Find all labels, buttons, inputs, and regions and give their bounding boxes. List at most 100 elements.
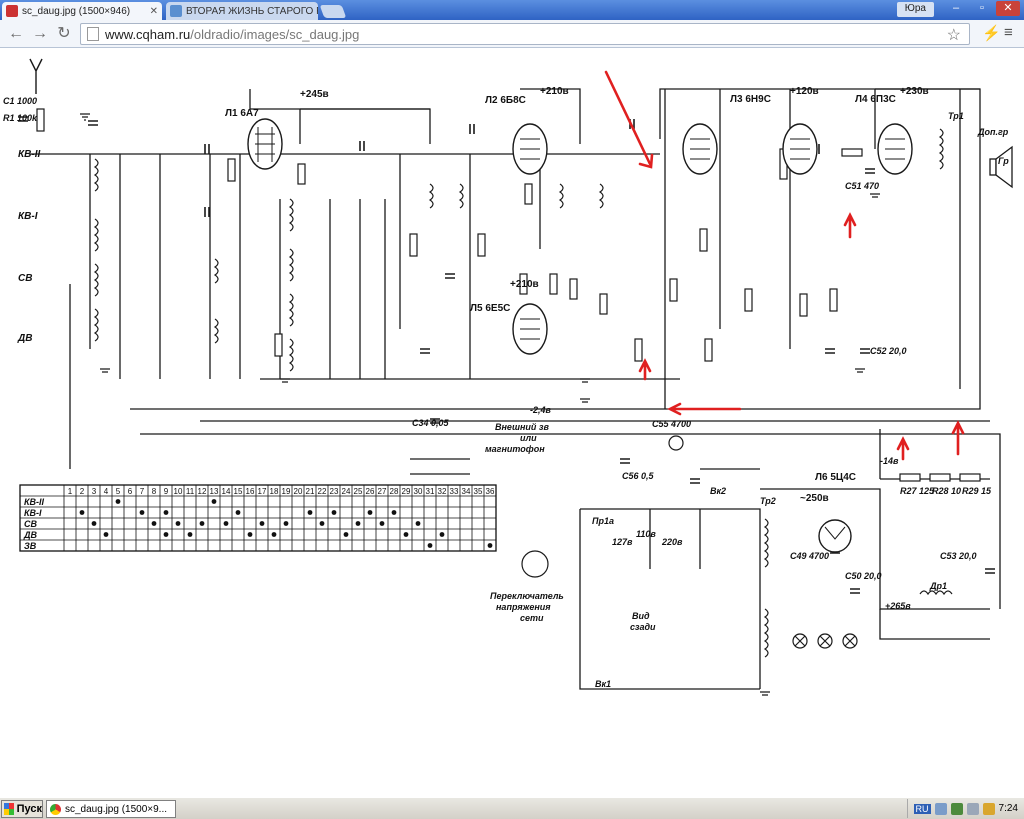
forward-arrow-icon[interactable]: → [30,24,50,44]
start-button[interactable]: Пуск [1,800,43,818]
label-minus24: -2,4в [530,405,552,415]
column-number: 29 [402,487,411,496]
contact-dot [343,532,349,537]
contact-dot [115,499,121,504]
column-number: 4 [104,487,109,496]
tube-voltage-l3: +120в [790,86,819,97]
tube-label-l4: Л4 6П3С [855,94,896,105]
column-number: 8 [152,487,157,496]
user-profile-button[interactable]: Юра [896,2,934,17]
column-number: 2 [80,487,85,496]
column-number: 3 [92,487,97,496]
label-or: или [520,433,537,443]
page-favicon-icon [170,5,182,17]
column-number: 12 [198,487,207,496]
label-c53: C53 20,0 [940,551,977,561]
label-r1: R1 100k [3,113,38,123]
column-number: 13 [210,487,219,496]
column-number: 9 [164,487,169,496]
tab-strip: sc_daug.jpg (1500×946) ✕ ВТОРАЯ ЖИЗНЬ СТ… [0,0,1024,20]
contact-dot [403,532,409,537]
label-transformer-tp1: Тр1 [948,111,964,121]
contact-dot [307,510,313,515]
column-number: 33 [450,487,459,496]
minimize-icon[interactable]: – [944,1,968,16]
taskbar-item-chrome[interactable]: sc_daug.jpg (1500×9... [46,800,176,818]
contact-dot [223,521,229,526]
close-icon[interactable]: ✕ [147,6,158,17]
contact-dot [271,532,277,537]
label-r29: R29 15 [962,486,992,496]
start-label: Пуск [16,803,42,815]
label-r28: R28 10 [932,486,961,496]
reload-icon[interactable]: ↻ [54,24,74,44]
column-number: 36 [486,487,495,496]
column-number: 1 [68,487,73,496]
tube-label-l6: Л6 5Ц4С [815,472,856,483]
contact-dot [391,510,397,515]
browser-toolbar: ← → ↻ www.cqham.ru/oldradio/images/sc_da… [0,20,1024,48]
contact-dot [163,532,169,537]
tab-sc-daug[interactable]: sc_daug.jpg (1500×946) ✕ [2,2,162,20]
new-tab-button[interactable] [319,5,347,18]
volume-icon[interactable] [966,802,979,815]
url-text: www.cqham.ru/oldradio/images/sc_daug.jpg [105,26,360,42]
contact-dot [235,510,241,515]
contact-dot [247,532,253,537]
band-row-label: КВ-II [24,497,45,507]
shield-icon[interactable] [950,802,963,815]
column-number: 25 [354,487,363,496]
language-indicator[interactable]: RU [913,803,931,814]
label-fuse: Пр1а [592,516,614,526]
band-label-dv-left: ДВ [17,333,32,344]
tube-voltage-l5: +210в [510,279,539,290]
label-plus265: +265в [885,601,911,611]
bookmark-star-icon[interactable]: ☆ [947,25,961,45]
contact-dot [163,510,169,515]
contact-dot [259,521,265,526]
column-number: 7 [140,487,145,496]
contact-dot [427,543,433,548]
column-number: 28 [390,487,399,496]
window-controls: – ▫ ✕ [944,1,1020,16]
column-number: 15 [234,487,243,496]
label-c49: C49 4700 [790,551,829,561]
band-row-label: ДВ [23,530,37,540]
network-icon[interactable] [934,802,947,815]
address-bar[interactable]: www.cqham.ru/oldradio/images/sc_daug.jpg… [80,23,970,45]
label-switch-vk1: Вк1 [595,679,611,689]
update-icon[interactable] [982,802,995,815]
extension-icon[interactable]: ⚡ [982,24,1001,42]
tab-second-life[interactable]: ВТОРАЯ ЖИЗНЬ СТАРОГО Р ✕ [166,2,318,20]
contact-dot [415,521,421,526]
label-choke: Др1 [929,581,947,591]
menu-icon[interactable]: ≡ [1004,24,1013,41]
chrome-icon [50,803,61,815]
column-number: 23 [330,487,339,496]
contact-dot [91,521,97,526]
label-rear-view-2: сзади [630,622,656,632]
band-row-label: СВ [24,519,37,529]
tube-label-l5: Л5 6Е5С [470,303,510,314]
contact-dot [187,532,193,537]
label-v127: 127в [612,537,633,547]
column-number: 17 [258,487,267,496]
label-c52: C52 20,0 [870,346,907,356]
clock[interactable]: 7:24 [999,803,1018,814]
column-number: 16 [246,487,255,496]
label-voltage-switch-3: сети [520,613,544,623]
taskbar: Пуск sc_daug.jpg (1500×9... RU 7:24 [0,797,1024,819]
column-number: 21 [306,487,315,496]
label-addgr: Доп.гр [977,127,1009,137]
contact-dot [355,521,361,526]
close-window-icon[interactable]: ✕ [996,1,1020,16]
page-icon [87,27,99,41]
image-favicon-icon [6,5,18,17]
back-arrow-icon[interactable]: ← [6,24,26,44]
column-number: 6 [128,487,133,496]
maximize-icon[interactable]: ▫ [970,1,994,16]
column-number: 11 [186,487,195,496]
tube-label-l2: Л2 6Б8С [485,95,526,106]
band-label-kv2-left: КВ-II [18,149,40,160]
column-number: 32 [438,487,447,496]
